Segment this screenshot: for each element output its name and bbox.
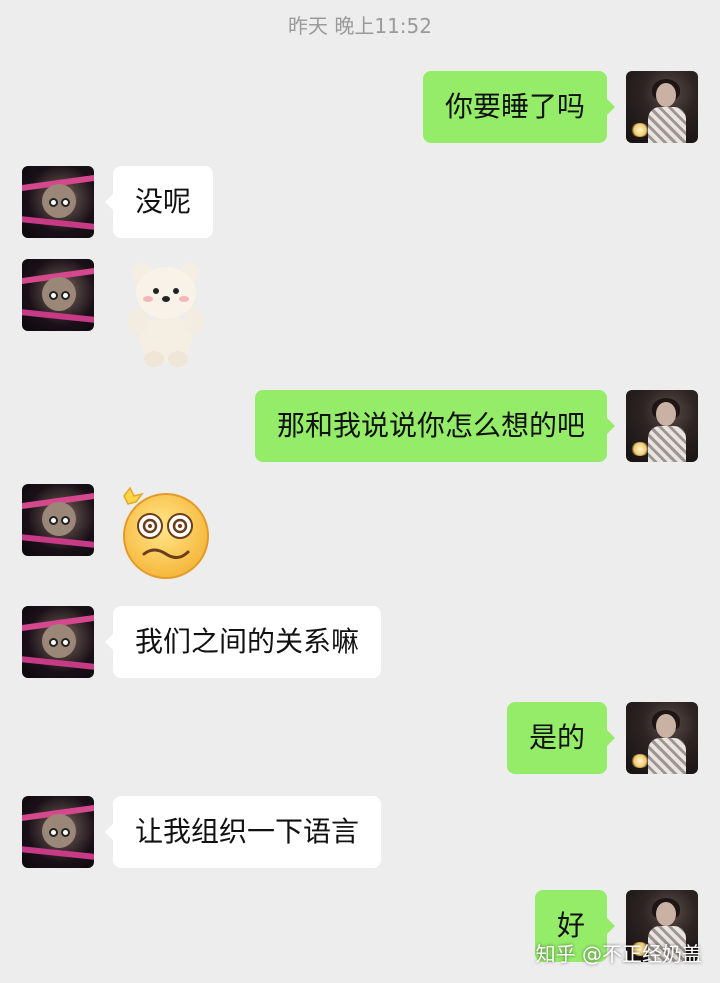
dizzy-face-emoji-icon[interactable]	[114, 484, 214, 580]
message-bubble-self[interactable]: 你要睡了吗	[422, 71, 616, 143]
watermark: 知乎 @不正经奶盖	[535, 942, 702, 966]
message-row-self: 那和我说说你怎么想的吧	[0, 390, 720, 462]
message-row-other: 没呢	[0, 166, 720, 238]
message-row-self: 是的	[0, 702, 720, 774]
message-row-other: 让我组织一下语言	[0, 796, 720, 868]
message-bubble-other[interactable]: 没呢	[104, 166, 214, 238]
message-row-other: 我们之间的关系嘛	[0, 606, 720, 678]
contact-avatar[interactable]	[22, 606, 94, 678]
bear-sticker-icon[interactable]	[118, 259, 214, 369]
contact-avatar[interactable]	[22, 796, 94, 868]
self-avatar[interactable]	[626, 71, 698, 143]
timestamp: 昨天 晚上11:52	[288, 14, 432, 38]
message-row-other	[0, 259, 720, 369]
contact-avatar[interactable]	[22, 259, 94, 331]
self-avatar[interactable]	[626, 390, 698, 462]
message-bubble-other[interactable]: 我们之间的关系嘛	[104, 606, 382, 678]
message-row-self: 你要睡了吗	[0, 71, 720, 143]
message-bubble-self[interactable]: 是的	[506, 702, 616, 774]
message-bubble-other[interactable]: 让我组织一下语言	[104, 796, 382, 868]
message-row-other	[0, 484, 720, 580]
contact-avatar[interactable]	[22, 166, 94, 238]
self-avatar[interactable]	[626, 702, 698, 774]
message-bubble-self[interactable]: 那和我说说你怎么想的吧	[254, 390, 616, 462]
contact-avatar[interactable]	[22, 484, 94, 556]
